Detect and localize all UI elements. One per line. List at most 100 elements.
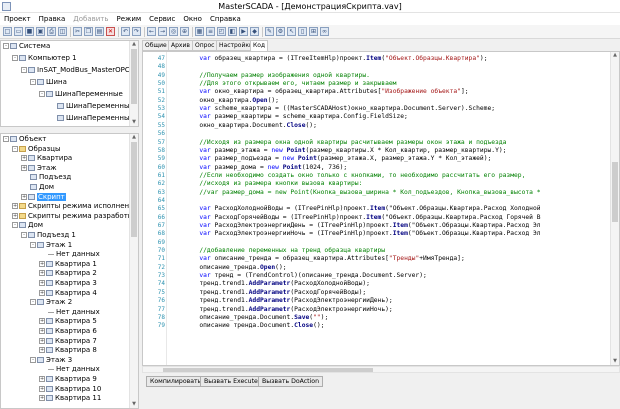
tab-0[interactable]: Общие	[142, 40, 170, 51]
code-line[interactable]: окно_квартира.Open();	[169, 97, 279, 105]
code-line[interactable]: var размер_подъезда = new Point(размер_э…	[169, 155, 491, 163]
collapse-icon[interactable]: -	[12, 55, 18, 61]
scroll-thumb[interactable]	[131, 49, 137, 104]
system_tree-node[interactable]: - InSAT_ModBus_MasterOPC_D	[21, 66, 138, 75]
cut-icon[interactable]: ✂	[73, 27, 82, 36]
code-line[interactable]: //исходя из размера кнопки вызова кварти…	[169, 180, 362, 188]
expand-icon[interactable]: +	[39, 385, 45, 392]
save-icon[interactable]: ■	[25, 27, 34, 36]
call-doaction-button[interactable]: Вызвать DoAction	[258, 376, 324, 387]
expand-icon[interactable]: +	[21, 164, 27, 171]
new-icon[interactable]: □	[3, 27, 12, 36]
compile-button[interactable]: Компилировать	[146, 376, 206, 387]
object_tree-node[interactable]: - Объект	[3, 135, 46, 144]
run-icon[interactable]: ▶	[239, 27, 248, 36]
forward-icon[interactable]: →	[158, 27, 167, 36]
debug-icon[interactable]: ◆	[250, 27, 259, 36]
save-all-icon[interactable]: ▣	[36, 27, 45, 36]
scroll-up-icon[interactable]: ▲	[130, 41, 138, 48]
object_tree-node[interactable]: + Квартира 10	[39, 385, 101, 394]
delete-icon[interactable]: ✕	[106, 27, 115, 36]
collapse-icon[interactable]: -	[39, 91, 45, 97]
collapse-icon[interactable]: -	[21, 67, 27, 73]
code-line[interactable]: var тренд = (TrendControl)(описание_трен…	[169, 272, 426, 280]
code-line[interactable]: var образец_квартира = (ITreeItemHlp)про…	[169, 55, 487, 63]
menu-item-0[interactable]: Проект	[4, 15, 31, 23]
object_tree-node[interactable]: + Квартира 1	[39, 260, 97, 269]
tab-2[interactable]: Опрос	[192, 40, 218, 51]
object_tree-node[interactable]: - Дом	[12, 221, 43, 230]
object_tree-node[interactable]: + Скрипты режима исполнения	[12, 202, 138, 211]
system_tree-node[interactable]: - Компьютер 1	[12, 54, 77, 63]
system_tree-node[interactable]: ШинаПеременные	[48, 114, 134, 123]
object_tree-node[interactable]: - Этаж 2	[30, 298, 72, 307]
expand-icon[interactable]: +	[39, 318, 45, 325]
object_tree-node[interactable]: - Образцы	[12, 145, 61, 154]
expand-icon[interactable]: +	[12, 203, 18, 210]
scroll-down-icon[interactable]: ▼	[130, 119, 138, 126]
tab-4[interactable]: Код	[250, 40, 269, 51]
code-line[interactable]: //var размер_дома = new Point(Кнопка_выз…	[169, 189, 540, 197]
grid-icon[interactable]: ⊞	[309, 27, 318, 36]
code-line[interactable]: var РасходХолоднойВоды = (ITreePinHlp)пр…	[169, 205, 540, 213]
code-line[interactable]: //Получаем размер изображения одной квар…	[169, 72, 370, 80]
code-line[interactable]: тренд.trend1.AddParametr(РасходЭлектроэн…	[169, 297, 392, 305]
collapse-icon[interactable]: -	[12, 145, 18, 152]
object_tree-node[interactable]: - Подъезд 1	[21, 231, 76, 240]
object_tree-node[interactable]: + Квартира 5	[39, 317, 97, 326]
cursor-icon[interactable]: ↖	[287, 27, 296, 36]
code-line[interactable]: var РасходЭлектроэнергииДень = (ITreePin…	[169, 222, 540, 230]
back-icon[interactable]: ←	[147, 27, 156, 36]
code-line[interactable]: //добавление переменных на тренд образца…	[169, 247, 385, 255]
call-execute-button[interactable]: Вызвать Execute	[200, 376, 262, 387]
collapse-icon[interactable]: -	[30, 356, 36, 363]
code-line[interactable]: var описание_тренда = образец_квартира.A…	[169, 255, 464, 263]
scroll-thumb[interactable]	[131, 142, 137, 237]
system_tree-node[interactable]: - Шина	[30, 78, 67, 87]
menu-item-6[interactable]: Справка	[210, 15, 241, 23]
tab-1[interactable]: Архив	[168, 40, 193, 51]
system_tree-node[interactable]: ШинаПеременные	[48, 102, 134, 111]
object_tree-node[interactable]: + Квартира 7	[39, 337, 97, 346]
object_tree-node[interactable]: - Этаж 1	[30, 241, 72, 250]
code-line[interactable]: var размер_дома = new Point(1024, 736);	[169, 164, 347, 172]
expand-icon[interactable]: +	[21, 155, 27, 162]
code-line[interactable]: var scheme_квартира = ((MasterSCADAHost)…	[169, 105, 495, 113]
code-line[interactable]: var размер_квартиры = scheme_квартира.Co…	[169, 113, 408, 121]
open-icon[interactable]: ▭	[14, 27, 23, 36]
object_tree-node[interactable]: + Квартира 2	[39, 269, 97, 278]
code-line[interactable]: //Если необходимо создать окно только с …	[169, 172, 525, 180]
system_tree-node[interactable]: - Система	[3, 42, 50, 51]
undo-icon[interactable]: ↶	[121, 27, 130, 36]
menu-item-4[interactable]: Сервис	[149, 15, 175, 23]
expand-icon[interactable]: +	[39, 328, 45, 334]
window-icon[interactable]: ◰	[217, 27, 226, 36]
scroll-down-icon[interactable]: ▼	[611, 358, 619, 365]
module-icon[interactable]: ◧	[228, 27, 237, 36]
scroll-down-icon[interactable]: ▼	[130, 401, 138, 408]
expand-icon[interactable]: +	[39, 337, 45, 344]
object_tree-node[interactable]: + Квартира 8	[39, 346, 97, 355]
scroll-thumb[interactable]	[163, 368, 373, 372]
system-tree-scrollbar[interactable]: ▲ ▼	[129, 41, 138, 126]
code-line[interactable]: тренд.trend1.AddParametr(РасходХолоднойВ…	[169, 280, 370, 288]
editor-horizontal-scrollbar[interactable]	[142, 366, 620, 373]
collapse-icon[interactable]: -	[3, 136, 9, 142]
object_tree-node[interactable]: Нет данных	[39, 308, 100, 317]
expand-icon[interactable]: +	[12, 212, 18, 219]
object_tree-node[interactable]: + Квартира	[21, 154, 72, 163]
object_tree-node[interactable]: + Квартира 6	[39, 327, 97, 336]
menu-item-3[interactable]: Режим	[117, 15, 142, 23]
object_tree-node[interactable]: + Квартира 9	[39, 375, 97, 384]
code-line[interactable]: тренд.trend1.AddParametr(РасходЭлектроэн…	[169, 306, 392, 314]
collapse-icon[interactable]: -	[30, 299, 36, 306]
code-line[interactable]: var РасходЭлектроэнергииНочь = (ITreePin…	[169, 230, 540, 238]
scroll-up-icon[interactable]: ▲	[611, 52, 619, 59]
expand-icon[interactable]: +	[39, 280, 45, 286]
code-line[interactable]: var размер_этажа = new Point(размер_квар…	[169, 147, 506, 155]
code-area[interactable]: var образец_квартира = (ITreeItemHlp)про…	[169, 52, 609, 365]
tools-icon[interactable]: ⚙	[276, 27, 285, 36]
menu-item-2[interactable]: Добавить	[73, 15, 108, 23]
code-editor[interactable]: 47 48 49 50 51 52 53 54 55 56 57 58 59 60 61 62 63 64 65 66…	[142, 51, 620, 366]
preview-icon[interactable]: ◫	[58, 27, 67, 36]
